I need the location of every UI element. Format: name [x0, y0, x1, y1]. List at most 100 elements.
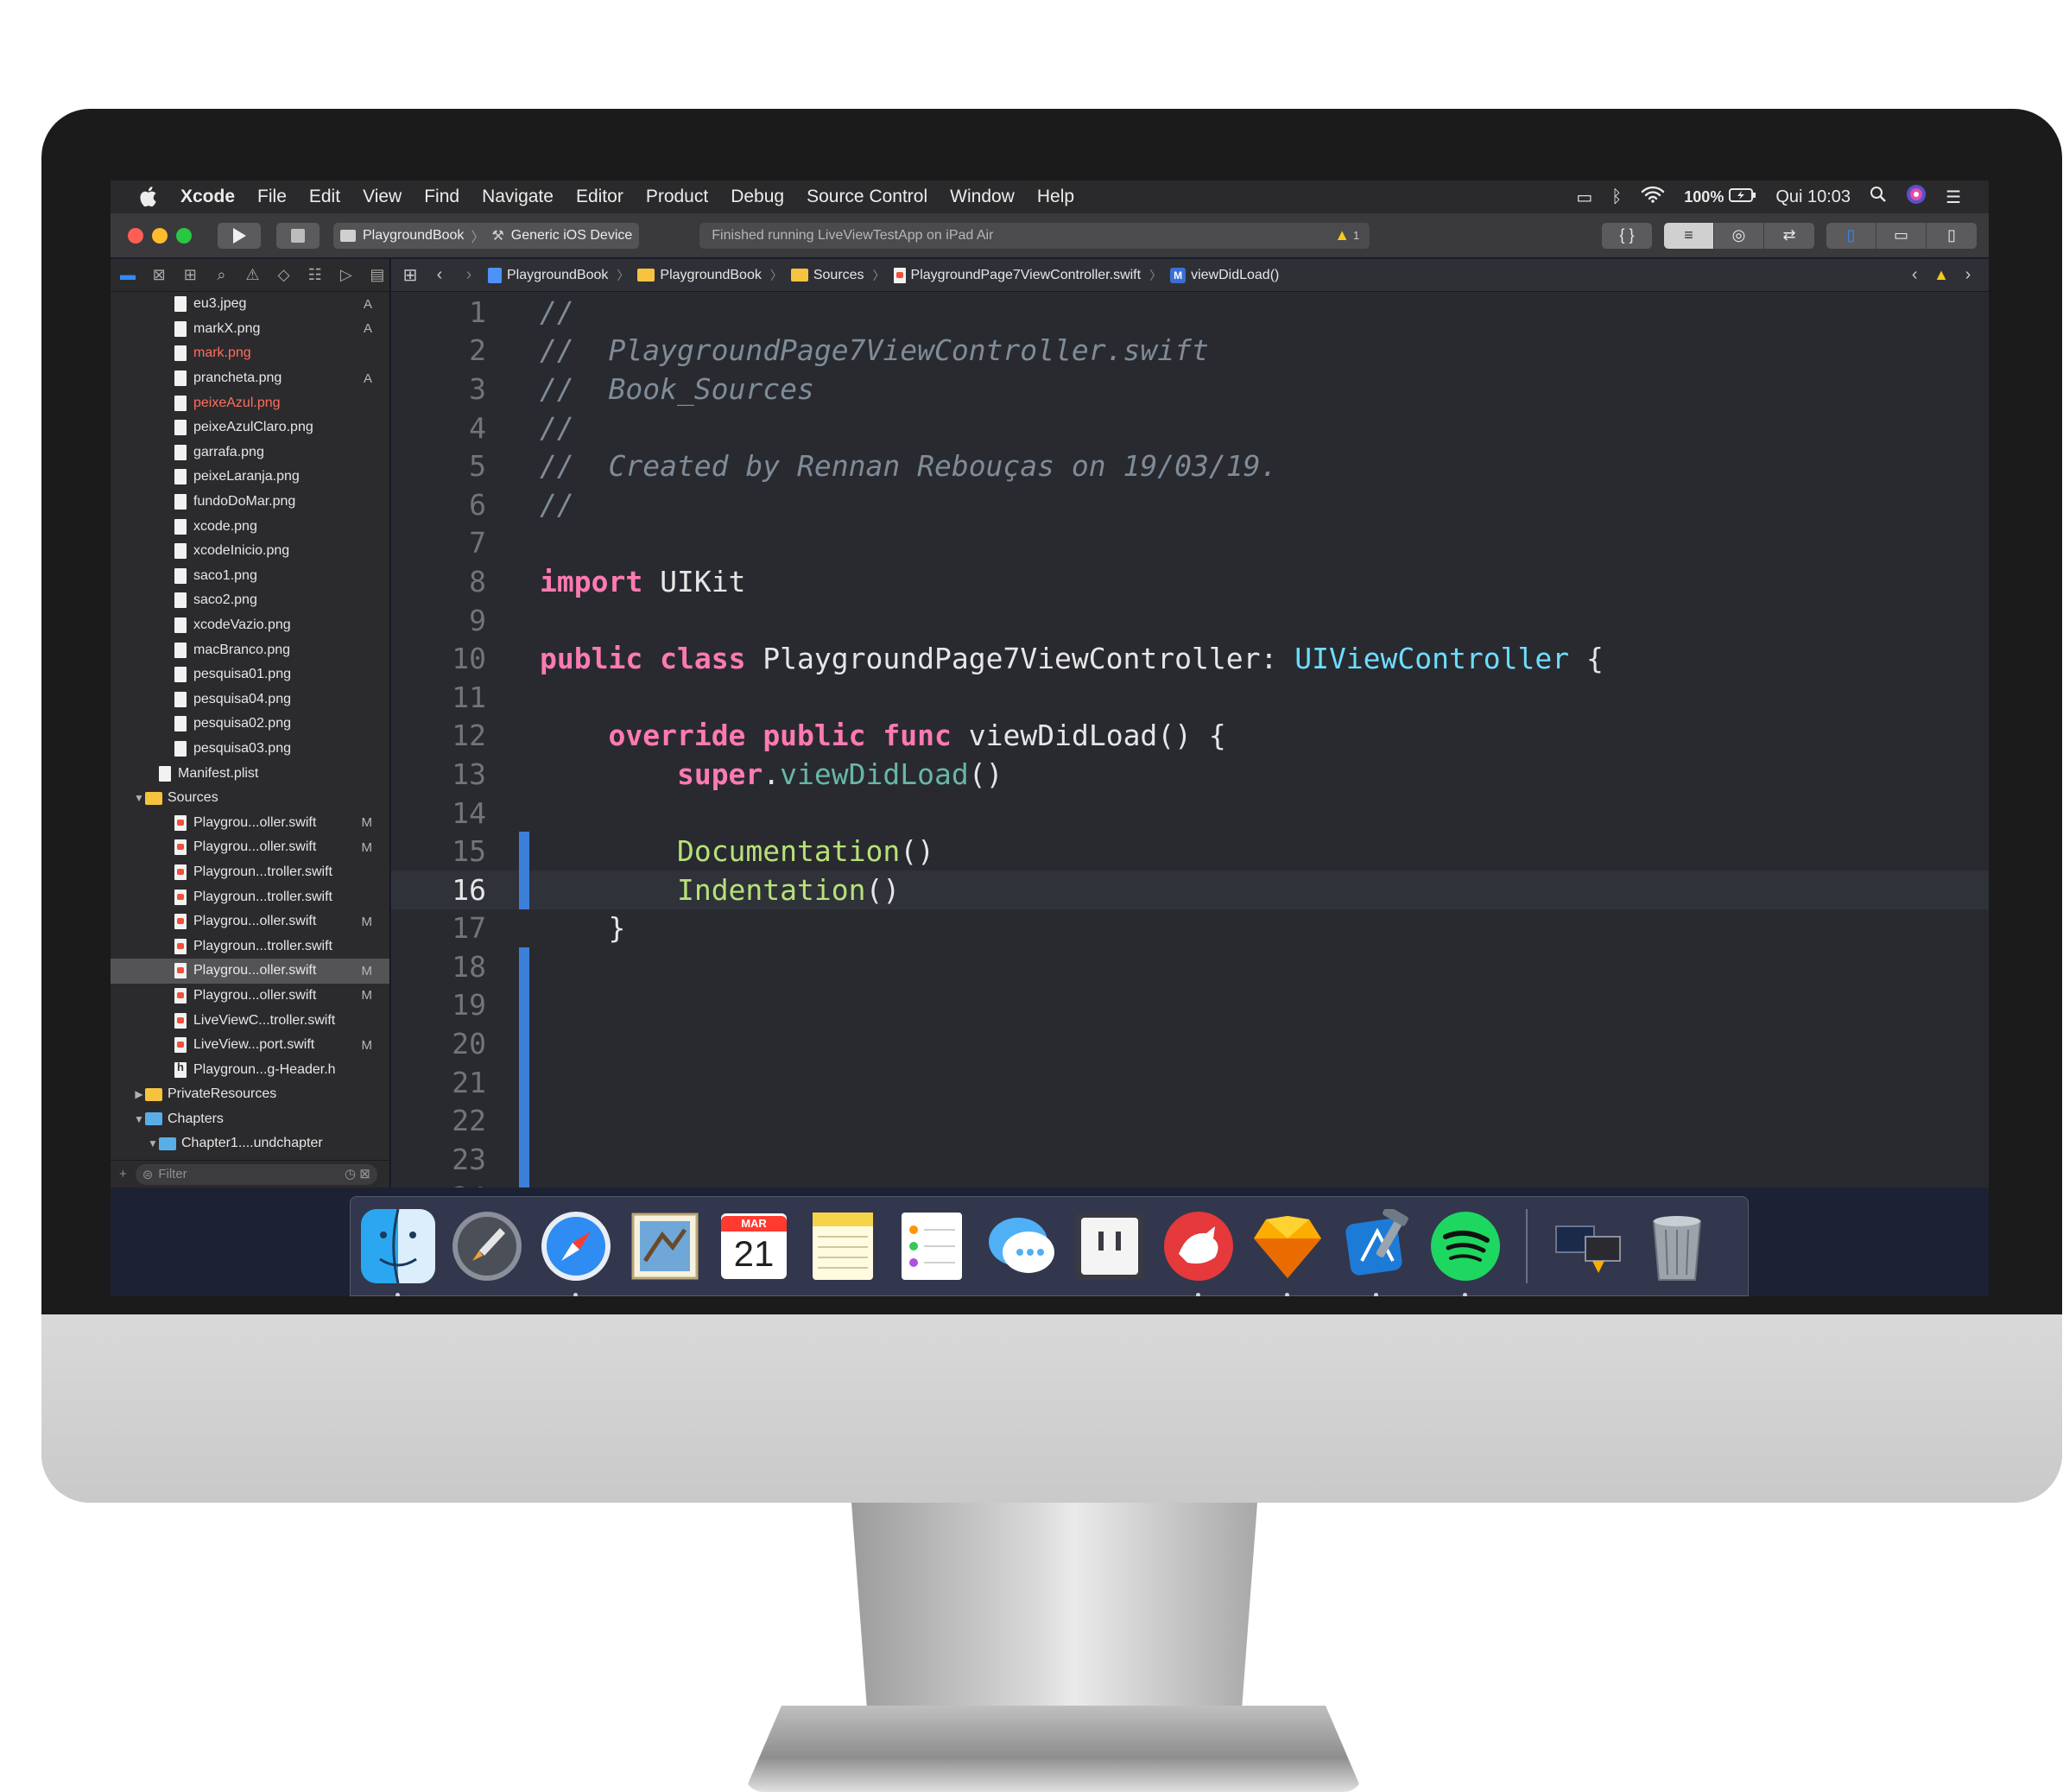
- file-tree-row[interactable]: Playgrou...oller.swift M: [111, 835, 389, 860]
- file-tree-row[interactable]: peixeAzulClaro.png: [111, 415, 389, 440]
- airplay-icon[interactable]: ▭: [1576, 187, 1592, 208]
- warning-indicator[interactable]: ▲ 1: [1334, 226, 1359, 244]
- apple-menu-icon[interactable]: [136, 184, 162, 210]
- code-line[interactable]: 3 // Book_Sources: [391, 370, 1989, 408]
- file-tree-row[interactable]: peixeLaranja.png: [111, 465, 389, 490]
- downloads-stack-icon[interactable]: [1551, 1209, 1625, 1283]
- menu-source-control[interactable]: Source Control: [795, 187, 939, 207]
- code-line[interactable]: 10 public class PlaygroundPage7ViewContro…: [391, 639, 1989, 678]
- messages-icon[interactable]: [984, 1209, 1058, 1283]
- code-area[interactable]: 1 // 2 // PlaygroundPage7ViewController.swi…: [391, 293, 1989, 1187]
- battery-icon[interactable]: [1729, 187, 1756, 207]
- forward-arrow-icon[interactable]: ›: [459, 265, 479, 285]
- file-tree-row[interactable]: prancheta.png A: [111, 366, 389, 391]
- version-editor-icon[interactable]: ⇄: [1764, 223, 1814, 249]
- source-change-bar[interactable]: [519, 1101, 529, 1141]
- file-tree-row[interactable]: xcode.png: [111, 514, 389, 539]
- xcode-icon[interactable]: [1339, 1209, 1414, 1296]
- code-line[interactable]: 20: [391, 1024, 1989, 1063]
- debug-area-toggle-icon[interactable]: ▭: [1876, 222, 1927, 249]
- code-line[interactable]: 14: [391, 794, 1989, 833]
- menu-navigate[interactable]: Navigate: [471, 187, 565, 207]
- code-line[interactable]: 2 // PlaygroundPage7ViewController.swift: [391, 332, 1989, 370]
- file-tree-row[interactable]: pesquisa01.png: [111, 662, 389, 687]
- scheme-selector[interactable]: PlaygroundBook 〉 ⚒ Generic iOS Device: [333, 222, 640, 249]
- code-line[interactable]: 4 //: [391, 408, 1989, 447]
- source-change-bar[interactable]: [519, 1140, 529, 1179]
- menu-editor[interactable]: Editor: [565, 187, 635, 207]
- navigator-toggle-icon[interactable]: ▯: [1826, 222, 1876, 249]
- disclosure-expanded-icon[interactable]: ▼: [133, 1113, 145, 1125]
- menu-product[interactable]: Product: [635, 187, 719, 207]
- file-tree-row[interactable]: eu3.jpeg A: [111, 292, 389, 317]
- file-tree-row[interactable]: Playgroun...troller.swift: [111, 934, 389, 959]
- launchpad-icon[interactable]: [450, 1209, 524, 1283]
- file-tree-row[interactable]: Playgroun...g-Header.h: [111, 1057, 389, 1082]
- recent-files-filter-icon[interactable]: ◷ ⊠: [345, 1166, 370, 1181]
- add-file-icon[interactable]: +: [119, 1167, 127, 1181]
- bluetooth-icon[interactable]: ᛒ: [1611, 187, 1622, 207]
- test-navigator-icon[interactable]: ◇: [272, 266, 296, 284]
- source-change-bar[interactable]: [519, 1178, 529, 1187]
- issue-navigator-icon[interactable]: ⚠: [240, 266, 264, 284]
- file-tree-row[interactable]: Playgroun...troller.swift: [111, 884, 389, 909]
- file-tree-row[interactable]: pesquisa04.png: [111, 687, 389, 712]
- menu-app-name[interactable]: Xcode: [166, 187, 246, 207]
- safari-icon[interactable]: [539, 1209, 613, 1296]
- breadcrumb-file[interactable]: PlaygroundPage7ViewController.swift: [893, 267, 1141, 283]
- notification-center-icon[interactable]: ☰: [1946, 187, 1961, 208]
- code-line[interactable]: 1 //: [391, 293, 1989, 332]
- sketch-icon[interactable]: [1250, 1209, 1325, 1296]
- next-issue-icon[interactable]: ›: [1958, 265, 1978, 285]
- file-tree-row[interactable]: pesquisa03.png: [111, 737, 389, 762]
- file-tree-row[interactable]: ▼ Chapter1....undchapter: [111, 1131, 389, 1156]
- code-line[interactable]: 24: [391, 1178, 1989, 1187]
- library-button[interactable]: { }: [1602, 222, 1652, 249]
- file-tree-row[interactable]: saco1.png: [111, 564, 389, 589]
- file-tree-row[interactable]: Playgrou...oller.swift M: [111, 810, 389, 835]
- close-window-button[interactable]: [128, 227, 143, 244]
- code-line[interactable]: 8 import UIKit: [391, 562, 1989, 601]
- menu-edit[interactable]: Edit: [298, 187, 351, 207]
- activity-viewer[interactable]: Finished running LiveViewTestApp on iPad…: [699, 222, 1370, 249]
- source-control-navigator-icon[interactable]: ⊠: [147, 266, 171, 284]
- standard-editor-icon[interactable]: ≡: [1664, 222, 1714, 249]
- file-tree-row[interactable]: Playgrou...oller.swift M: [111, 909, 389, 934]
- file-tree-row[interactable]: Manifest.plist: [111, 761, 389, 786]
- debug-navigator-icon[interactable]: ☷: [303, 266, 327, 284]
- code-line[interactable]: 11: [391, 678, 1989, 717]
- file-tree-row[interactable]: Playgrou...oller.swift M: [111, 959, 389, 984]
- breadcrumb-project[interactable]: PlaygroundBook: [488, 267, 608, 283]
- file-tree-row[interactable]: xcodeInicio.png: [111, 539, 389, 564]
- run-button[interactable]: [218, 222, 261, 249]
- code-line[interactable]: 17 }: [391, 909, 1989, 948]
- menu-window[interactable]: Window: [939, 187, 1026, 207]
- file-tree-row[interactable]: LiveViewC...troller.swift: [111, 1008, 389, 1033]
- source-change-bar[interactable]: [519, 947, 529, 986]
- menu-view[interactable]: View: [351, 187, 413, 207]
- file-tree-row[interactable]: ▼ Sources: [111, 786, 389, 811]
- breadcrumb-method[interactable]: MviewDidLoad(): [1170, 267, 1279, 283]
- code-line[interactable]: 23: [391, 1140, 1989, 1179]
- file-tree-row[interactable]: peixeAzul.png: [111, 390, 389, 415]
- disclosure-expanded-icon[interactable]: ▼: [133, 792, 145, 804]
- source-change-bar[interactable]: [519, 1062, 529, 1102]
- code-line[interactable]: 21: [391, 1062, 1989, 1102]
- file-tree-row[interactable]: garrafa.png: [111, 440, 389, 465]
- file-tree-row[interactable]: fundoDoMar.png: [111, 490, 389, 515]
- source-change-bar[interactable]: [519, 870, 529, 909]
- trash-icon[interactable]: [1640, 1209, 1714, 1283]
- disclosure-collapsed-icon[interactable]: ▶: [133, 1088, 145, 1100]
- file-tree-row[interactable]: xcodeVazio.png: [111, 613, 389, 638]
- code-line[interactable]: 15 Documentation(): [391, 832, 1989, 871]
- inspector-toggle-icon[interactable]: ▯: [1927, 223, 1977, 249]
- find-navigator-icon[interactable]: ⌕: [209, 266, 233, 284]
- file-tree-row[interactable]: ▼ Chapters: [111, 1107, 389, 1132]
- file-tree-row[interactable]: Playgrou...oller.swift M: [111, 984, 389, 1009]
- monitor-app-icon[interactable]: [1073, 1209, 1147, 1283]
- menu-debug[interactable]: Debug: [719, 187, 795, 207]
- stop-button[interactable]: [276, 222, 320, 249]
- symbol-navigator-icon[interactable]: ⊞: [178, 266, 202, 284]
- breakpoint-navigator-icon[interactable]: ▷: [334, 266, 358, 284]
- notes-icon[interactable]: [806, 1209, 880, 1283]
